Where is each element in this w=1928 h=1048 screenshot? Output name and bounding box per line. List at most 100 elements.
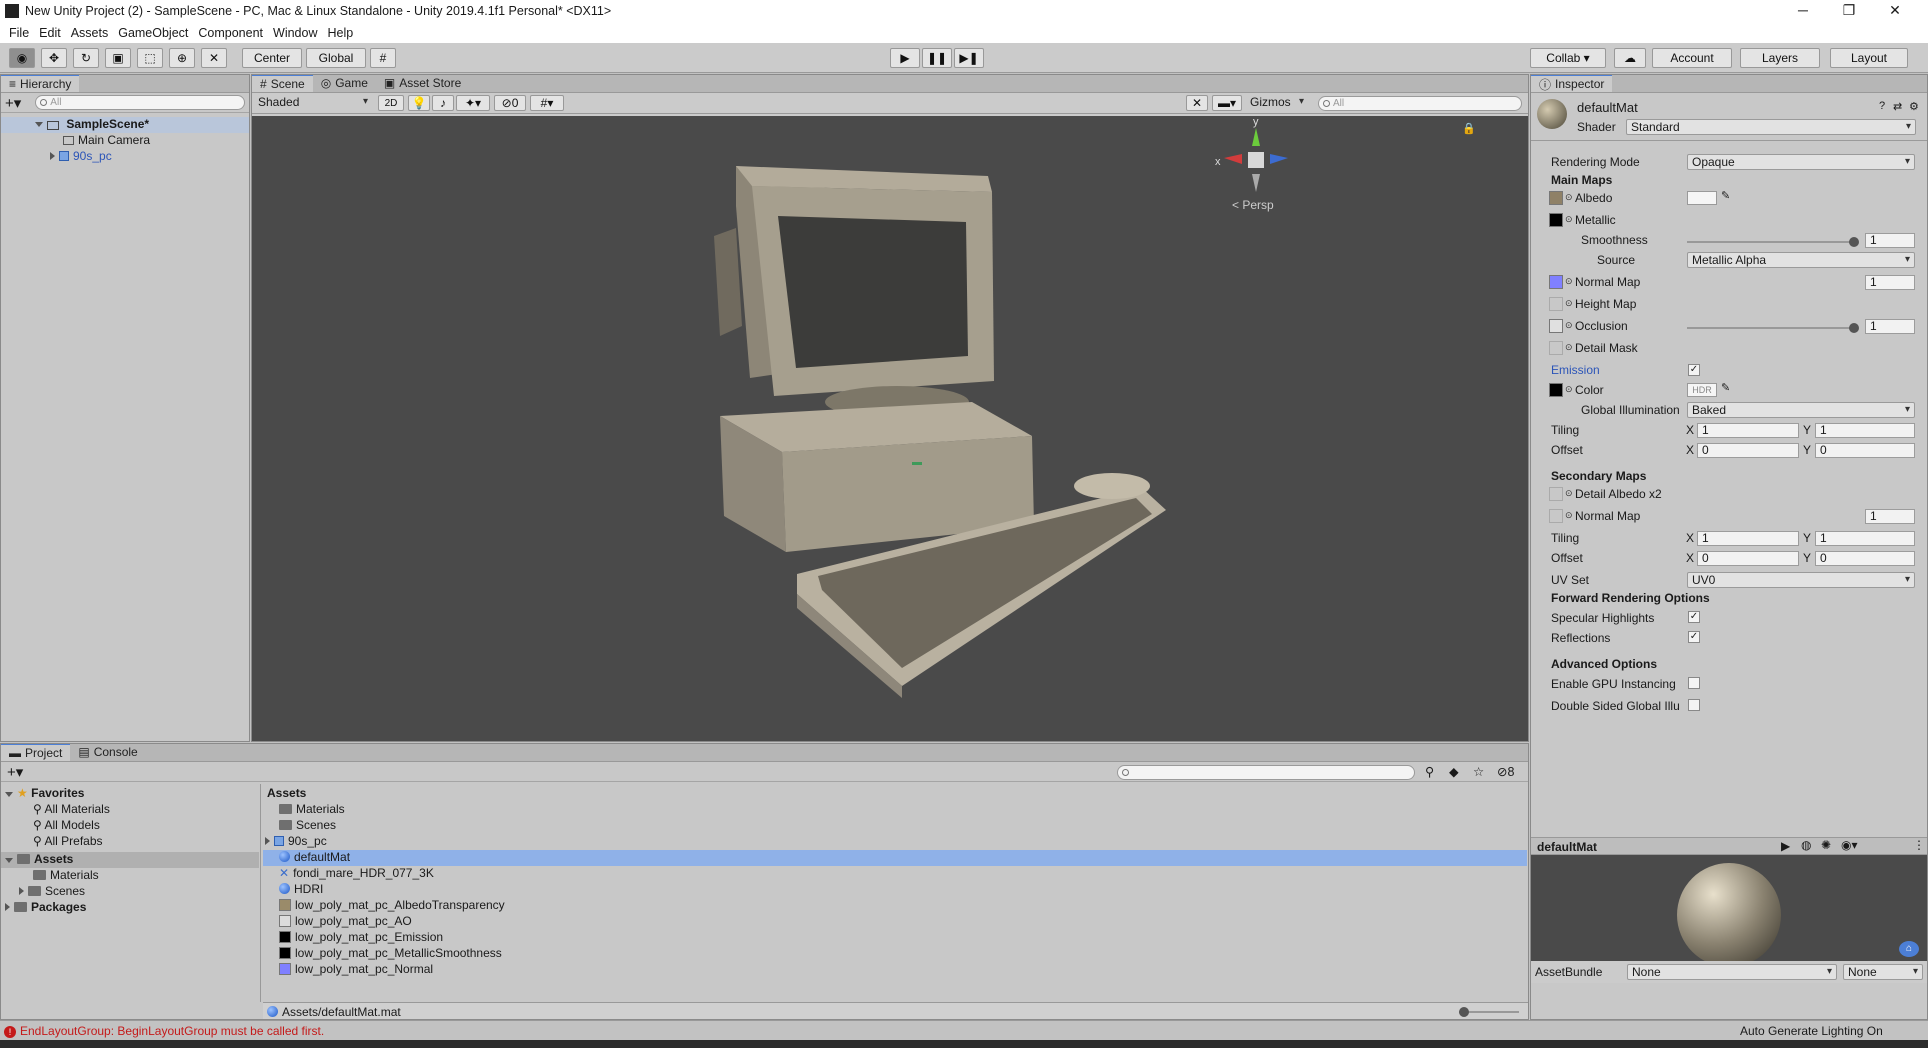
hierarchy-search-input[interactable]: All [35,95,245,110]
collab-dropdown[interactable]: Collab ▾ [1530,48,1606,68]
file-item-metallic-smoothness[interactable]: low_poly_mat_pc_MetallicSmoothness [279,946,502,960]
global-illumination-dropdown[interactable]: Baked [1687,402,1915,418]
menu-file[interactable]: File [9,26,29,40]
favorite-all-prefabs[interactable]: ⚲ All Prefabs [33,834,103,848]
smoothness-value-field[interactable]: 1 [1865,233,1915,248]
menu-component[interactable]: Component [198,26,263,40]
emission-checkbox[interactable]: ✓ [1688,364,1700,376]
close-button[interactable]: ✕ [1872,0,1918,22]
scene-root-row[interactable]: SampleScene* [1,117,249,133]
project-breadcrumb[interactable]: Assets [267,786,306,800]
label-tag-icon[interactable]: ⌂ [1899,941,1919,957]
main-offset-y-field[interactable]: 0 [1815,443,1915,458]
expand-arrow-icon[interactable] [35,122,43,127]
file-item-90s-pc[interactable]: 90s_pc [265,834,327,848]
hierarchy-item-main-camera[interactable]: Main Camera [63,133,150,149]
sec-tiling-x-field[interactable]: 1 [1697,531,1799,546]
emission-color-swatch[interactable]: HDR [1687,383,1717,397]
file-item-materials[interactable]: Materials [279,802,345,816]
audio-toggle-icon[interactable]: ♪ [432,95,454,111]
tree-folder-scenes[interactable]: Scenes [19,884,85,898]
slider-knob[interactable] [1459,1007,1469,1017]
gpu-instancing-checkbox[interactable] [1688,677,1700,689]
pivot-global-button[interactable]: Global [306,48,366,68]
object-picker-icon[interactable]: ⊙ [1565,298,1573,309]
occlusion-value-field[interactable]: 1 [1865,319,1915,334]
detail-normal-texture-slot[interactable] [1549,509,1563,523]
step-button[interactable]: ▶❚ [954,48,984,68]
rotate-tool-icon[interactable]: ↻ [73,48,99,68]
favorite-all-materials[interactable]: ⚲ All Materials [33,802,110,816]
assetbundle-variant-dropdown[interactable]: None [1843,964,1923,980]
emission-texture-slot[interactable] [1549,383,1563,397]
2d-toggle[interactable]: 2D [378,95,404,111]
orientation-gizmo[interactable] [1224,128,1288,192]
sec-offset-x-field[interactable]: 0 [1697,551,1799,566]
object-picker-icon[interactable]: ⊙ [1565,320,1573,331]
gizmos-dropdown[interactable]: Gizmos [1246,95,1308,111]
detail-normal-scale-field[interactable]: 1 [1865,509,1915,524]
pause-button[interactable]: ❚❚ [922,48,952,68]
packages-folder-node[interactable]: Packages [5,900,86,914]
file-item-fondi-mare[interactable]: ✕ fondi_mare_HDR_077_3K [279,866,434,880]
more-options-icon[interactable]: ⋮ [1913,838,1925,852]
file-item-normal[interactable]: low_poly_mat_pc_Normal [279,962,433,976]
play-button[interactable]: ▶ [890,48,920,68]
normal-map-texture-slot[interactable] [1549,275,1563,289]
scene-search-input[interactable]: All [1318,96,1522,111]
minimize-button[interactable]: ─ [1780,0,1826,22]
add-icon[interactable]: +▾ [5,94,21,112]
slider-knob[interactable] [1849,237,1859,247]
double-sided-gi-checkbox[interactable] [1688,699,1700,711]
hierarchy-item-90s-pc[interactable]: 90s_pc [50,149,112,165]
main-tiling-x-field[interactable]: 1 [1697,423,1799,438]
scale-tool-icon[interactable]: ▣ [105,48,131,68]
favorite-all-models[interactable]: ⚲ All Models [33,818,100,832]
tab-hierarchy[interactable]: ≡ Hierarchy [1,75,80,92]
grid-dropdown-icon[interactable]: #▾ [530,95,564,111]
source-dropdown[interactable]: Metallic Alpha [1687,252,1915,268]
detail-albedo-texture-slot[interactable] [1549,487,1563,501]
account-dropdown[interactable]: Account [1652,48,1732,68]
object-picker-icon[interactable]: ⊙ [1565,488,1573,499]
file-item-ao[interactable]: low_poly_mat_pc_AO [279,914,412,928]
tools-icon[interactable]: ✕ [1186,95,1208,111]
maximize-button[interactable]: ❐ [1826,0,1872,22]
hidden-objects-toggle[interactable]: ⊘ 0 [494,95,526,111]
metallic-texture-slot[interactable] [1549,213,1563,227]
albedo-color-swatch[interactable] [1687,191,1717,205]
expand-arrow-icon[interactable] [50,152,55,160]
tab-inspector[interactable]: ⓘ Inspector [1531,75,1613,92]
layers-dropdown[interactable]: Layers [1740,48,1820,68]
favorite-star-icon[interactable]: ☆ [1473,764,1484,779]
icon-size-slider[interactable] [1459,1007,1519,1017]
preview-shape-icon[interactable]: ◍ [1801,838,1811,852]
file-item-hdri[interactable]: HDRI [279,882,323,896]
uv-set-dropdown[interactable]: UV0 [1687,572,1915,588]
lighting-toggle-icon[interactable]: 💡 [408,95,430,111]
assetbundle-dropdown[interactable]: None [1627,964,1837,980]
move-tool-icon[interactable]: ✥ [41,48,67,68]
preview-play-icon[interactable]: ▶ [1781,839,1790,853]
lock-icon[interactable]: 🔒 [1462,122,1476,135]
main-tiling-y-field[interactable]: 1 [1815,423,1915,438]
menu-assets[interactable]: Assets [71,26,109,40]
normal-scale-field[interactable]: 1 [1865,275,1915,290]
sec-offset-y-field[interactable]: 0 [1815,551,1915,566]
file-item-scenes[interactable]: Scenes [279,818,336,832]
preview-sphere-icon[interactable]: ◉▾ [1841,838,1858,852]
help-icon[interactable]: ? [1879,100,1885,112]
tab-scene[interactable]: # Scene [252,75,313,92]
shading-mode-dropdown[interactable]: Shaded [254,95,372,111]
object-picker-icon[interactable]: ⊙ [1565,342,1573,353]
tab-console[interactable]: ▤ Console [70,744,145,761]
eyedropper-icon[interactable]: ✎ [1721,189,1730,202]
project-search-input[interactable] [1117,765,1415,780]
favorites-node[interactable]: ★ Favorites [5,786,84,800]
effects-dropdown-icon[interactable]: ✦▾ [456,95,490,111]
file-item-defaultmat[interactable]: defaultMat [263,850,1527,866]
menu-edit[interactable]: Edit [39,26,61,40]
smoothness-slider[interactable] [1687,237,1859,247]
object-picker-icon[interactable]: ⊙ [1565,384,1573,395]
grid-snap-icon[interactable]: # [370,48,396,68]
